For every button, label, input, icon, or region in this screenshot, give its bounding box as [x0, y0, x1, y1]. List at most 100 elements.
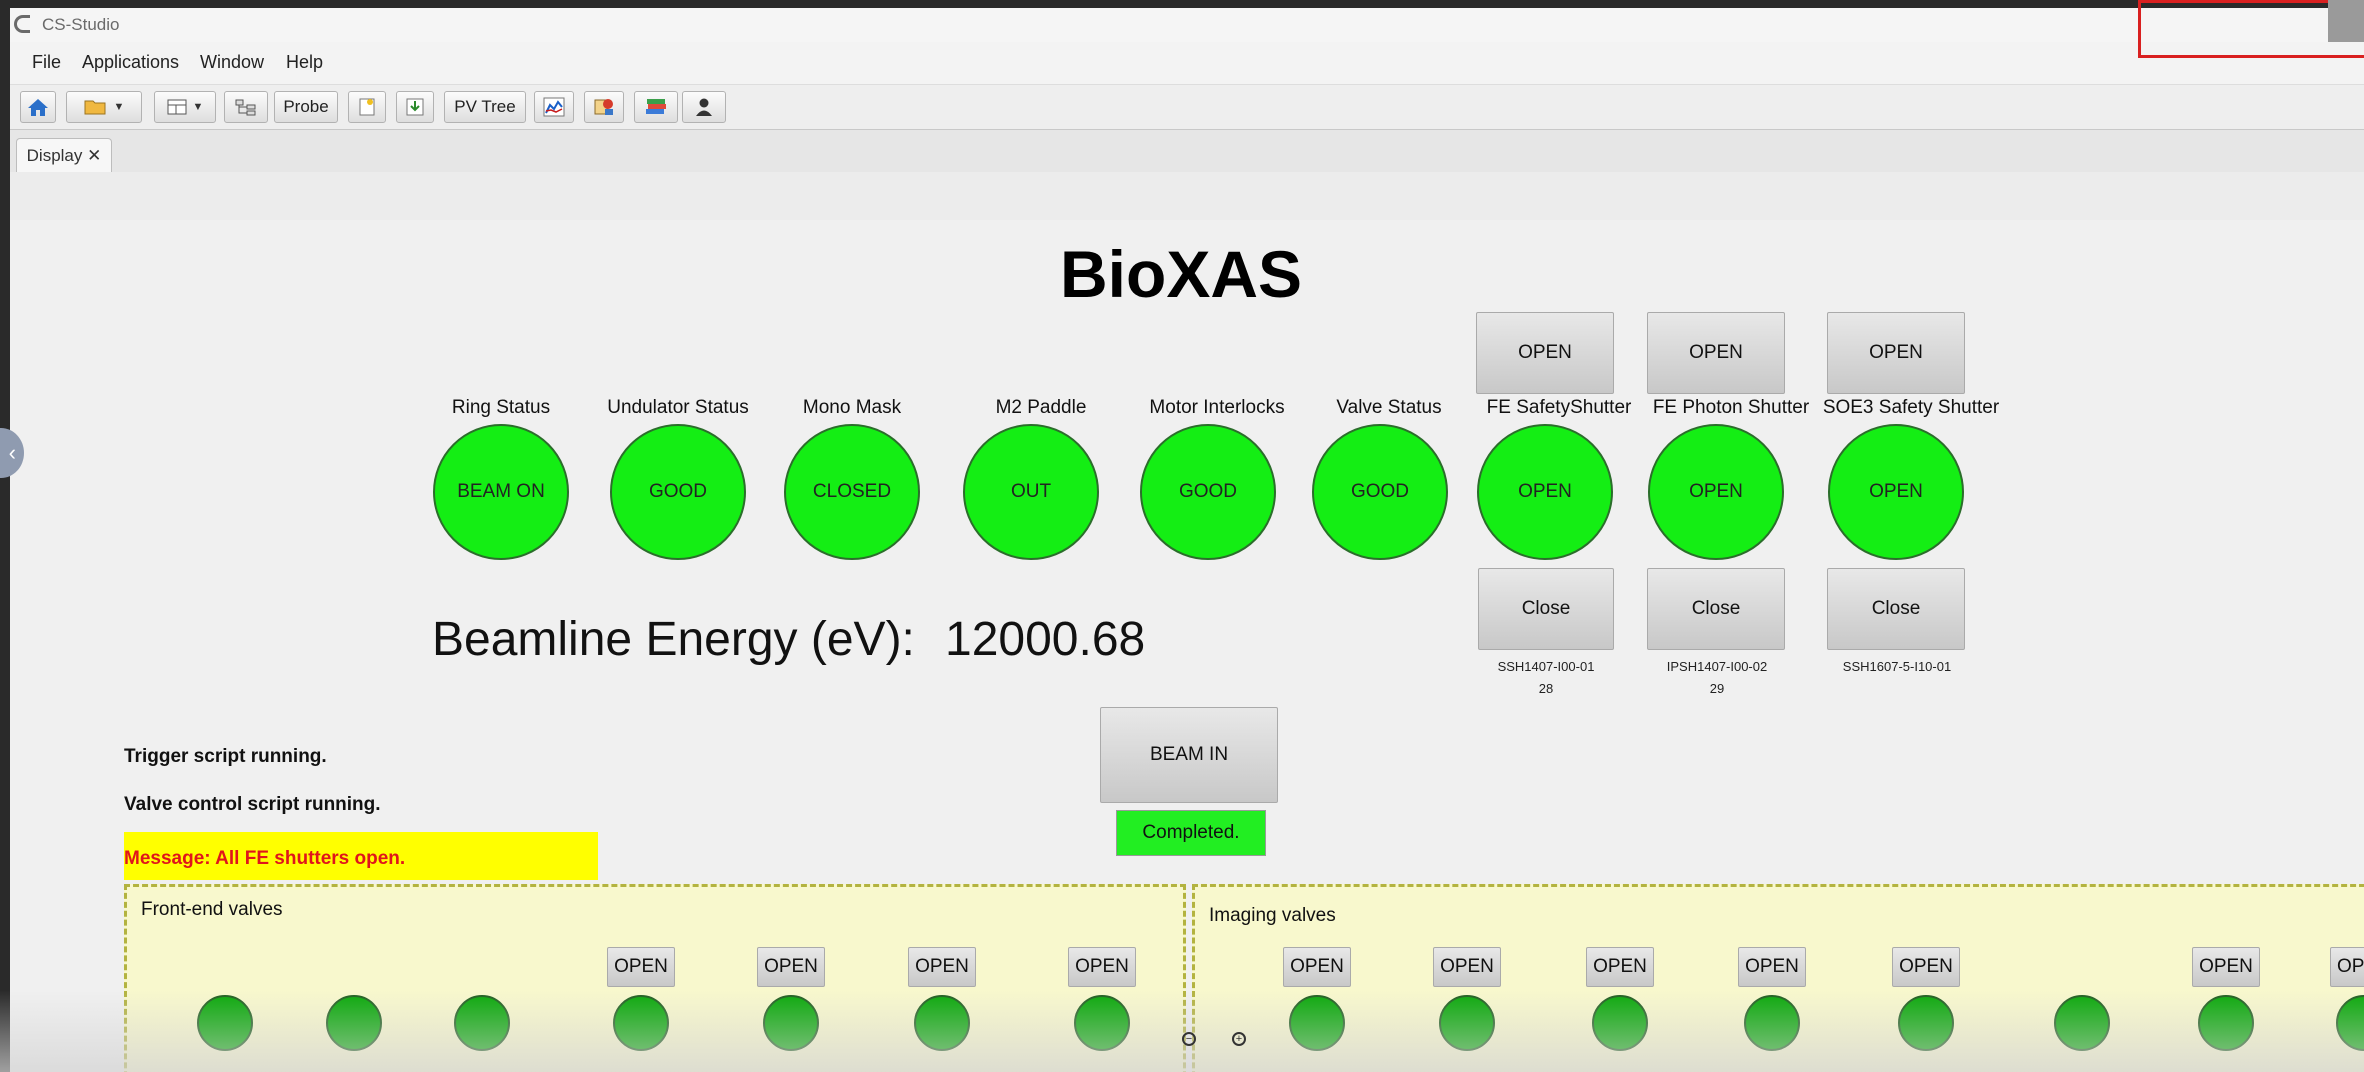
imaging-valves-panel: Imaging valves OPEN OPEN OPEN OPEN OPEN … — [1192, 884, 2364, 1072]
img-valve-4-led — [1744, 995, 1800, 1051]
fe-valve-5-led — [763, 995, 819, 1051]
img-valve-8-led — [2336, 995, 2364, 1051]
menu-window[interactable]: Window — [200, 52, 264, 73]
motor-interlocks-led: GOOD — [1140, 424, 1276, 560]
soe3-safety-shutter-label: SOE3 Safety Shutter — [1822, 397, 2000, 418]
fe-photon-shutter-pv-id: IPSH1407-I00-02 — [1666, 659, 1768, 674]
soe3-safety-shutter-open-button[interactable]: OPEN — [1827, 312, 1965, 394]
mono-mask-label: Mono Mask — [802, 397, 902, 418]
alarm-icon — [594, 99, 613, 115]
message-text: Message: All FE shutters open. — [124, 848, 406, 869]
layout-icon — [167, 99, 187, 115]
img-valve-8-open-button[interactable]: OPE — [2330, 947, 2364, 987]
img-valve-7-open-button[interactable]: OPEN — [2192, 947, 2260, 987]
pv-tree-button[interactable]: PV Tree — [444, 91, 526, 123]
window-title: CS-Studio — [42, 15, 120, 34]
fe-safety-shutter-label: FE SafetyShutter — [1486, 397, 1632, 418]
fe-valve-7-open-button[interactable]: OPEN — [1068, 947, 1136, 987]
chevron-down-icon: ▼ — [192, 101, 204, 113]
soe3-safety-shutter-led: OPEN — [1828, 424, 1964, 560]
probe-button[interactable]: Probe — [274, 91, 338, 123]
img-valve-1-open-button[interactable]: OPEN — [1283, 947, 1351, 987]
import-button[interactable] — [396, 91, 434, 123]
menu-help[interactable]: Help — [286, 52, 323, 73]
img-valve-3-led — [1592, 995, 1648, 1051]
fe-photon-shutter-close-button[interactable]: Close — [1647, 568, 1785, 650]
soe3-safety-shutter-pv-id: SSH1607-5-I10-01 — [1842, 659, 1952, 674]
fe-valve-6-open-button[interactable]: OPEN — [908, 947, 976, 987]
fe-safety-shutter-close-button[interactable]: Close — [1478, 568, 1614, 650]
title-bar: CS-Studio — [10, 8, 2364, 42]
data-browser-button[interactable] — [224, 91, 268, 123]
chevron-down-icon: ▼ — [113, 101, 125, 113]
fe-valve-7-led — [1074, 995, 1130, 1051]
fe-valve-4-led — [613, 995, 669, 1051]
fe-safety-shutter-pv-num: 28 — [1538, 681, 1554, 696]
valve-control-script-status: Valve control script running. — [124, 794, 381, 815]
bioxas-display: BioXAS OPEN OPEN OPEN Ring Status Undula… — [10, 220, 2364, 1072]
beamline-energy-label: Beamline Energy (eV): — [432, 613, 915, 666]
img-valve-4-open-button[interactable]: OPEN — [1738, 947, 1806, 987]
undulator-status-led: GOOD — [610, 424, 746, 560]
fe-valve-4-open-button[interactable]: OPEN — [607, 947, 675, 987]
page-title: BioXAS — [1060, 237, 1303, 311]
beam-completed-status: Completed. — [1116, 810, 1266, 856]
img-valve-3-open-button[interactable]: OPEN — [1586, 947, 1654, 987]
fe-safety-shutter-open-button[interactable]: OPEN — [1476, 312, 1614, 394]
tree-icon — [235, 99, 256, 116]
new-file-icon — [359, 98, 375, 116]
fe-safety-shutter-led: OPEN — [1477, 424, 1613, 560]
alarm-button[interactable] — [584, 91, 624, 123]
ring-status-label: Ring Status — [451, 397, 551, 418]
new-display-button[interactable] — [348, 91, 386, 123]
layout-button[interactable]: ▼ — [154, 91, 216, 123]
logbook-button[interactable] — [634, 91, 678, 123]
trigger-script-status: Trigger script running. — [124, 746, 327, 767]
img-valve-6-led — [2054, 995, 2110, 1051]
cs-studio-window: CS-Studio File Applications Window Help … — [10, 8, 2364, 1072]
img-valve-5-open-button[interactable]: OPEN — [1892, 947, 1960, 987]
user-icon — [696, 98, 712, 116]
cursor-icon — [2328, 0, 2364, 42]
fe-safety-shutter-pv-id: SSH1407-I00-01 — [1497, 659, 1595, 674]
menu-applications[interactable]: Applications — [82, 52, 179, 73]
fe-valve-3-led — [454, 995, 510, 1051]
fe-valve-2-led — [326, 995, 382, 1051]
front-end-valves-panel: Front-end valves OPEN OPEN OPEN OPEN — [124, 884, 1186, 1072]
fe-photon-shutter-label: FE Photon Shutter — [1652, 397, 1810, 418]
fe-valve-5-open-button[interactable]: OPEN — [757, 947, 825, 987]
ring-status-led: BEAM ON — [433, 424, 569, 560]
tab-bar: Display ✕ — [10, 130, 2364, 173]
valve-status-led: GOOD — [1312, 424, 1448, 560]
home-button[interactable] — [20, 91, 56, 123]
fe-photon-shutter-pv-num: 29 — [1709, 681, 1725, 696]
fe-photon-shutter-open-button[interactable]: OPEN — [1647, 312, 1785, 394]
zoom-in-icon[interactable]: + — [1232, 1032, 1246, 1046]
front-end-valves-title: Front-end valves — [141, 899, 283, 920]
motor-interlocks-label: Motor Interlocks — [1149, 397, 1285, 418]
data-browser-chart-button[interactable] — [534, 91, 574, 123]
zoom-out-icon[interactable]: − — [1182, 1032, 1196, 1046]
open-folder-button[interactable]: ▼ — [66, 91, 142, 123]
soe3-safety-shutter-close-button[interactable]: Close — [1827, 568, 1965, 650]
menu-file[interactable]: File — [32, 52, 61, 73]
imaging-valves-title: Imaging valves — [1209, 905, 1336, 926]
user-button[interactable] — [682, 91, 726, 123]
beamline-energy-value: 12000.68 — [945, 613, 1146, 666]
tab-display[interactable]: Display ✕ — [16, 138, 112, 172]
toolbar: ▼ ▼ Probe PV Tree — [10, 84, 2364, 130]
img-valve-2-led — [1439, 995, 1495, 1051]
menu-bar: File Applications Window Help — [10, 44, 2364, 84]
valve-status-label: Valve Status — [1336, 397, 1442, 418]
folder-icon — [84, 100, 106, 115]
books-icon — [646, 99, 666, 114]
img-valve-1-led — [1289, 995, 1345, 1051]
img-valve-5-led — [1898, 995, 1954, 1051]
display-toolbar — [10, 172, 2364, 221]
app-logo-icon — [14, 15, 30, 33]
beam-in-button[interactable]: BEAM IN — [1100, 707, 1278, 803]
home-icon — [28, 99, 48, 116]
img-valve-2-open-button[interactable]: OPEN — [1433, 947, 1501, 987]
undulator-status-label: Undulator Status — [607, 397, 749, 418]
fe-valve-6-led — [914, 995, 970, 1051]
